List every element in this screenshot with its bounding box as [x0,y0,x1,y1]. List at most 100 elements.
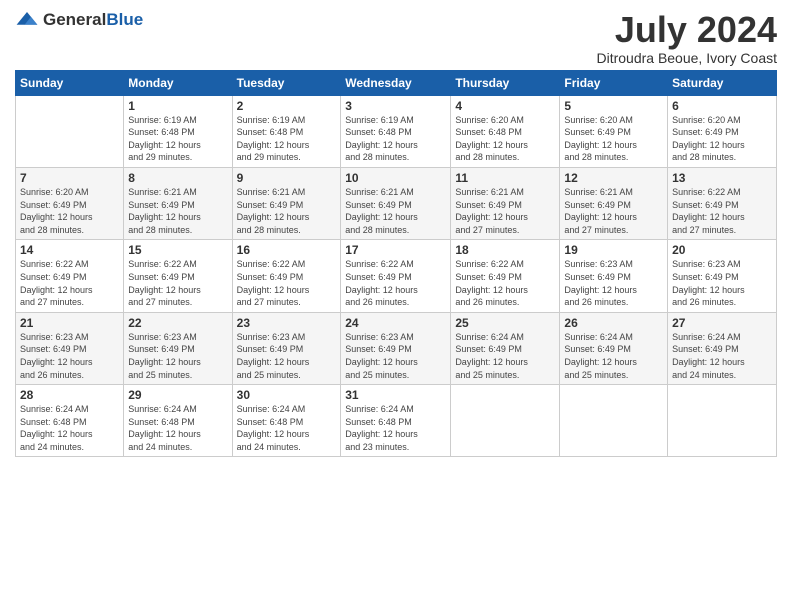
day-info: Sunrise: 6:23 AM Sunset: 6:49 PM Dayligh… [128,331,227,381]
column-header-saturday: Saturday [668,70,777,95]
calendar-cell: 29Sunrise: 6:24 AM Sunset: 6:48 PM Dayli… [124,385,232,457]
location-subtitle: Ditroudra Beoue, Ivory Coast [596,50,777,66]
logo-general: General [43,10,106,29]
day-info: Sunrise: 6:19 AM Sunset: 6:48 PM Dayligh… [128,114,227,164]
calendar-cell: 28Sunrise: 6:24 AM Sunset: 6:48 PM Dayli… [16,385,124,457]
day-number: 17 [345,243,446,257]
calendar-header-row: SundayMondayTuesdayWednesdayThursdayFrid… [16,70,777,95]
calendar-cell: 31Sunrise: 6:24 AM Sunset: 6:48 PM Dayli… [341,385,451,457]
calendar-cell: 22Sunrise: 6:23 AM Sunset: 6:49 PM Dayli… [124,312,232,384]
day-info: Sunrise: 6:20 AM Sunset: 6:49 PM Dayligh… [672,114,772,164]
day-number: 4 [455,99,555,113]
day-number: 19 [564,243,663,257]
calendar-cell [16,95,124,167]
day-number: 15 [128,243,227,257]
day-info: Sunrise: 6:24 AM Sunset: 6:49 PM Dayligh… [672,331,772,381]
day-number: 24 [345,316,446,330]
column-header-tuesday: Tuesday [232,70,341,95]
calendar-week-row: 28 Sunrise: 6:24 AM Sunset: 6:48 PM Dayli… [16,385,777,457]
day-number: 6 [672,99,772,113]
calendar-cell: 7Sunrise: 6:20 AM Sunset: 6:49 PM Daylig… [16,167,124,239]
day-info: Sunrise: 6:20 AM Sunset: 6:49 PM Dayligh… [20,186,119,236]
day-info: Sunrise: 6:19 AM Sunset: 6:48 PM Dayligh… [237,114,337,164]
day-info: Sunrise: 6:20 AM Sunset: 6:48 PM Dayligh… [455,114,555,164]
day-info: Sunrise: 6:22 AM Sunset: 6:49 PM Dayligh… [455,258,555,308]
day-info: Sunrise: 6:23 AM Sunset: 6:49 PM Dayligh… [237,331,337,381]
day-info: Sunrise: 6:22 AM Sunset: 6:49 PM Dayligh… [237,258,337,308]
day-info: Sunrise: 6:22 AM Sunset: 6:49 PM Dayligh… [128,258,227,308]
calendar-cell: 9Sunrise: 6:21 AM Sunset: 6:49 PM Daylig… [232,167,341,239]
calendar-cell: 10Sunrise: 6:21 AM Sunset: 6:49 PM Dayli… [341,167,451,239]
day-info: Sunrise: 6:24 AM Sunset: 6:48 PM Dayligh… [345,403,446,453]
day-number: 2 [237,99,337,113]
day-number: 26 [564,316,663,330]
logo-icon [15,10,39,30]
day-info: Sunrise: 6:21 AM Sunset: 6:49 PM Dayligh… [345,186,446,236]
day-number: 1 [128,99,227,113]
calendar-cell: 3Sunrise: 6:19 AM Sunset: 6:48 PM Daylig… [341,95,451,167]
logo: GeneralBlue [15,10,143,30]
calendar-cell: 19Sunrise: 6:23 AM Sunset: 6:49 PM Dayli… [560,240,668,312]
day-number: 20 [672,243,772,257]
day-info: Sunrise: 6:24 AM Sunset: 6:49 PM Dayligh… [564,331,663,381]
day-info: Sunrise: 6:23 AM Sunset: 6:49 PM Dayligh… [564,258,663,308]
calendar-cell [560,385,668,457]
calendar-cell [451,385,560,457]
calendar-cell: 11Sunrise: 6:21 AM Sunset: 6:49 PM Dayli… [451,167,560,239]
day-number: 7 [20,171,119,185]
day-info: Sunrise: 6:24 AM Sunset: 6:48 PM Dayligh… [237,403,337,453]
calendar-cell: 4Sunrise: 6:20 AM Sunset: 6:48 PM Daylig… [451,95,560,167]
calendar-cell: 18Sunrise: 6:22 AM Sunset: 6:49 PM Dayli… [451,240,560,312]
day-info: Sunrise: 6:21 AM Sunset: 6:49 PM Dayligh… [237,186,337,236]
day-number: 9 [237,171,337,185]
calendar-cell: 16Sunrise: 6:22 AM Sunset: 6:49 PM Dayli… [232,240,341,312]
calendar-cell: 26Sunrise: 6:24 AM Sunset: 6:49 PM Dayli… [560,312,668,384]
column-header-friday: Friday [560,70,668,95]
calendar-cell: 5Sunrise: 6:20 AM Sunset: 6:49 PM Daylig… [560,95,668,167]
day-info: Sunrise: 6:24 AM Sunset: 6:48 PM Dayligh… [128,403,227,453]
day-info: Sunrise: 6:21 AM Sunset: 6:49 PM Dayligh… [128,186,227,236]
column-header-monday: Monday [124,70,232,95]
day-info: Sunrise: 6:21 AM Sunset: 6:49 PM Dayligh… [455,186,555,236]
calendar-cell: 8Sunrise: 6:21 AM Sunset: 6:49 PM Daylig… [124,167,232,239]
day-number: 5 [564,99,663,113]
day-info: Sunrise: 6:21 AM Sunset: 6:49 PM Dayligh… [564,186,663,236]
logo-text: GeneralBlue [43,10,143,30]
day-number: 30 [237,388,337,402]
day-number: 3 [345,99,446,113]
day-info: Sunrise: 6:22 AM Sunset: 6:49 PM Dayligh… [20,258,119,308]
calendar-cell: 14Sunrise: 6:22 AM Sunset: 6:49 PM Dayli… [16,240,124,312]
page-header: GeneralBlue July 2024 Ditroudra Beoue, I… [15,10,777,66]
day-info: Sunrise: 6:24 AM Sunset: 6:49 PM Dayligh… [455,331,555,381]
day-number: 16 [237,243,337,257]
calendar-cell [668,385,777,457]
calendar-table: SundayMondayTuesdayWednesdayThursdayFrid… [15,70,777,458]
logo-blue: Blue [106,10,143,29]
day-number: 27 [672,316,772,330]
day-number: 14 [20,243,119,257]
day-info: Sunrise: 6:20 AM Sunset: 6:49 PM Dayligh… [564,114,663,164]
day-number: 28 [20,388,119,402]
day-number: 22 [128,316,227,330]
day-number: 11 [455,171,555,185]
day-number: 31 [345,388,446,402]
day-number: 13 [672,171,772,185]
month-year-title: July 2024 [596,10,777,50]
day-info: Sunrise: 6:23 AM Sunset: 6:49 PM Dayligh… [345,331,446,381]
day-number: 21 [20,316,119,330]
day-info: Sunrise: 6:22 AM Sunset: 6:49 PM Dayligh… [345,258,446,308]
calendar-cell: 2Sunrise: 6:19 AM Sunset: 6:48 PM Daylig… [232,95,341,167]
day-number: 8 [128,171,227,185]
calendar-week-row: 21Sunrise: 6:23 AM Sunset: 6:49 PM Dayli… [16,312,777,384]
column-header-wednesday: Wednesday [341,70,451,95]
column-header-thursday: Thursday [451,70,560,95]
calendar-cell: 1Sunrise: 6:19 AM Sunset: 6:48 PM Daylig… [124,95,232,167]
calendar-cell: 25Sunrise: 6:24 AM Sunset: 6:49 PM Dayli… [451,312,560,384]
day-number: 29 [128,388,227,402]
calendar-cell: 13Sunrise: 6:22 AM Sunset: 6:49 PM Dayli… [668,167,777,239]
calendar-cell: 30Sunrise: 6:24 AM Sunset: 6:48 PM Dayli… [232,385,341,457]
day-info: Sunrise: 6:23 AM Sunset: 6:49 PM Dayligh… [20,331,119,381]
calendar-cell: 27Sunrise: 6:24 AM Sunset: 6:49 PM Dayli… [668,312,777,384]
calendar-cell: 23Sunrise: 6:23 AM Sunset: 6:49 PM Dayli… [232,312,341,384]
calendar-week-row: 14Sunrise: 6:22 AM Sunset: 6:49 PM Dayli… [16,240,777,312]
